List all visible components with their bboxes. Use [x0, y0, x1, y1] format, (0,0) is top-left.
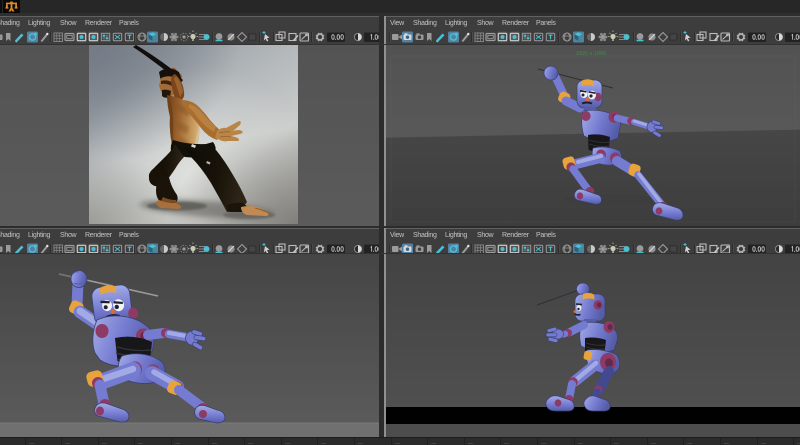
svg-text:1920 x 1080: 1920 x 1080	[576, 51, 606, 57]
